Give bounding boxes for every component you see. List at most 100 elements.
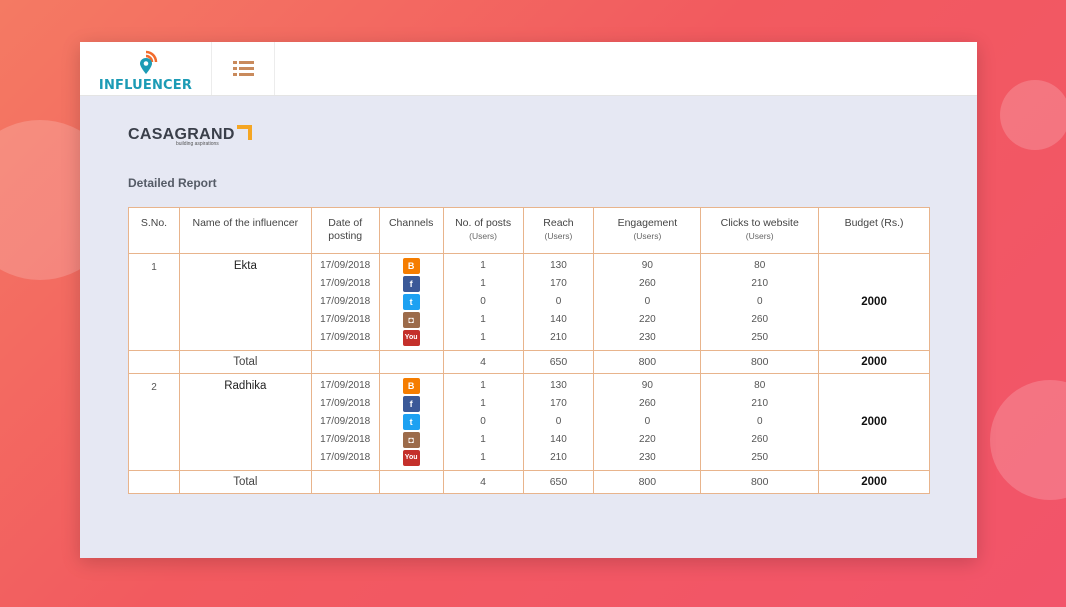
cell-clicks: 80 210 0 260 250 xyxy=(700,373,820,471)
total-label: Total xyxy=(178,350,312,374)
total-posts: 4 xyxy=(442,470,524,494)
engagement-value: 0 xyxy=(644,416,651,427)
engagement-value: 230 xyxy=(639,452,656,463)
app-logo[interactable]: INFLUENCER xyxy=(80,42,212,95)
cell-date: 17/09/2018 17/09/2018 17/09/2018 17/09/2018… xyxy=(310,253,380,351)
cell-sno: 1 xyxy=(128,253,180,351)
engagement-value: 0 xyxy=(644,296,651,307)
channel-line: f xyxy=(380,395,443,413)
posts-value: 1 xyxy=(480,314,486,325)
reach-value: 170 xyxy=(550,398,567,409)
posts-value: 0 xyxy=(480,416,486,427)
reach-value: 0 xyxy=(555,416,562,427)
cell-channels: Bf t ◘ You xyxy=(378,253,444,351)
twitter-icon[interactable]: t xyxy=(402,294,420,310)
cell-reach: 130 170 0 140 210 xyxy=(522,253,595,351)
date-value: 17/09/2018 xyxy=(320,416,371,427)
reach-value: 140 xyxy=(550,434,567,445)
posts-value: 1 xyxy=(480,260,486,271)
channel-line: ◘ xyxy=(380,311,443,329)
cell-influencer-name[interactable]: Ekta xyxy=(178,253,312,351)
cell-engagement: 90 260 0 220 230 xyxy=(593,373,702,471)
clicks-value: 0 xyxy=(756,416,763,427)
date-value: 17/09/2018 xyxy=(320,452,371,463)
reach-value: 0 xyxy=(555,296,562,307)
total-empty-cell xyxy=(310,470,380,494)
header-engagement: Engagement (Users) xyxy=(593,207,702,254)
engagement-value: 220 xyxy=(639,314,656,325)
table-row: 2 Radhika 17/09/2018 17/09/2018 17/09/2018 17… xyxy=(128,373,930,471)
blogger-icon[interactable]: B xyxy=(402,378,420,394)
main-content: CASAGRAND building aspirations Detailed … xyxy=(80,96,977,494)
engagement-value: 220 xyxy=(639,434,656,445)
total-empty-cell xyxy=(310,350,380,374)
posts-value: 1 xyxy=(480,398,486,409)
clicks-value: 210 xyxy=(751,398,769,409)
total-budget: 2000 xyxy=(818,470,930,494)
engagement-value: 260 xyxy=(639,278,656,289)
report-title: Detailed Report xyxy=(128,176,217,190)
youtube-icon[interactable]: You xyxy=(402,330,420,346)
reach-value: 210 xyxy=(550,452,567,463)
clicks-value: 210 xyxy=(751,278,769,289)
youtube-icon[interactable]: You xyxy=(402,450,420,466)
date-value: 17/09/2018 xyxy=(320,380,371,391)
instagram-icon[interactable]: ◘ xyxy=(402,312,420,328)
engagement-value: 90 xyxy=(641,260,653,271)
cell-budget: 2000 xyxy=(818,253,930,351)
date-value: 17/09/2018 xyxy=(320,398,371,409)
cell-influencer-name[interactable]: Radhika xyxy=(178,373,312,471)
table-row: 1 Ekta 17/09/2018 17/09/2018 17/09/2018 17/09… xyxy=(128,253,930,351)
facebook-icon[interactable]: f xyxy=(402,276,420,292)
clicks-value: 0 xyxy=(756,296,763,307)
blogger-icon[interactable]: B xyxy=(402,258,420,274)
cell-sno: 2 xyxy=(128,373,180,471)
cell-channels: Bf t ◘ You xyxy=(378,373,444,471)
report-table: S.No. Name of the influencer Date of pos… xyxy=(128,207,930,494)
posts-value: 1 xyxy=(480,434,486,445)
clicks-value: 260 xyxy=(751,434,769,445)
location-pin-icon xyxy=(131,49,161,77)
reach-value: 130 xyxy=(550,380,567,391)
app-window: INFLUENCER CASAGRAND building aspiration… xyxy=(80,42,977,558)
cell-clicks: 80 210 0 260 250 xyxy=(700,253,820,351)
total-empty-cell xyxy=(128,350,180,374)
clicks-value: 80 xyxy=(754,380,766,391)
facebook-icon[interactable]: f xyxy=(402,396,420,412)
engagement-value: 90 xyxy=(641,380,653,391)
total-reach: 650 xyxy=(522,470,595,494)
twitter-icon[interactable]: t xyxy=(402,414,420,430)
clicks-value: 250 xyxy=(751,332,769,343)
app-logo-text: INFLUENCER xyxy=(98,77,193,93)
total-empty-cell xyxy=(378,350,444,374)
channel-line: t xyxy=(380,293,443,311)
header-posts: No. of posts (Users) xyxy=(442,207,524,254)
instagram-icon[interactable]: ◘ xyxy=(402,432,420,448)
reach-value: 210 xyxy=(550,332,567,343)
cell-budget: 2000 xyxy=(818,373,930,471)
table-header-row: S.No. Name of the influencer Date of pos… xyxy=(128,207,930,254)
clicks-value: 250 xyxy=(751,452,769,463)
reach-value: 170 xyxy=(550,278,567,289)
total-posts: 4 xyxy=(442,350,524,374)
engagement-value: 230 xyxy=(639,332,656,343)
channel-line: ◘ xyxy=(380,431,443,449)
cell-posts: 1 1 0 1 1 xyxy=(442,253,524,351)
channel-line: B xyxy=(380,377,443,395)
header-budget: Budget (Rs.) xyxy=(818,207,930,254)
date-value: 17/09/2018 xyxy=(320,278,371,289)
total-empty-cell xyxy=(128,470,180,494)
date-value: 17/09/2018 xyxy=(320,314,371,325)
reach-value: 140 xyxy=(550,314,567,325)
total-empty-cell xyxy=(378,470,444,494)
posts-value: 1 xyxy=(480,278,486,289)
list-menu-icon xyxy=(232,61,254,76)
channel-line: t xyxy=(380,413,443,431)
cell-date: 17/09/2018 17/09/2018 17/09/2018 17/09/2018… xyxy=(310,373,380,471)
menu-toggle-button[interactable] xyxy=(212,42,275,95)
channel-line: B xyxy=(380,257,443,275)
total-clicks: 800 xyxy=(700,350,820,374)
header-channels: Channels xyxy=(378,207,444,254)
brand-logo: CASAGRAND building aspirations xyxy=(128,125,930,156)
total-row: Total 4 650 800 800 2000 xyxy=(128,350,930,374)
